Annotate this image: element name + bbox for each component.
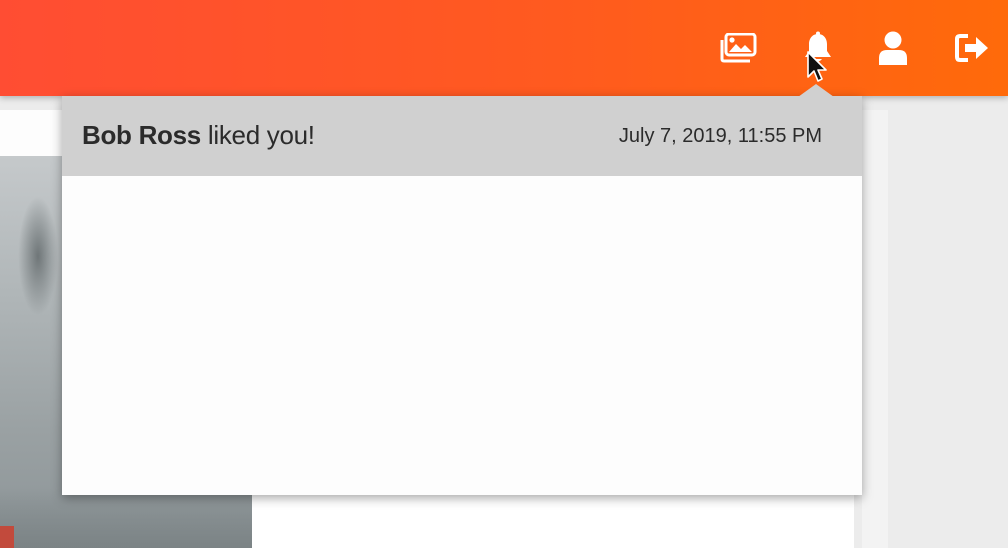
notification-item[interactable]: Bob Ross liked you! July 7, 2019, 11:55 … [62,96,862,176]
background-card [0,110,64,157]
notification-message: liked you! [207,120,315,150]
background-side-strip [862,110,888,548]
notification-timestamp: July 7, 2019, 11:55 PM [618,125,822,147]
mouse-pointer-icon [806,50,830,89]
user-icon[interactable] [873,28,913,68]
photo-shadow [18,196,58,316]
gallery-icon[interactable] [718,28,758,68]
logout-icon[interactable] [952,28,992,68]
notifications-dropdown: Bob Ross liked you! July 7, 2019, 11:55 … [62,96,862,495]
notification-sender[interactable]: Bob Ross [82,120,201,150]
photo-red-object [0,526,14,548]
photo-bottom-shade [0,488,252,548]
notification-text: Bob Ross liked you! [82,120,315,151]
top-nav-bar [0,0,1008,96]
